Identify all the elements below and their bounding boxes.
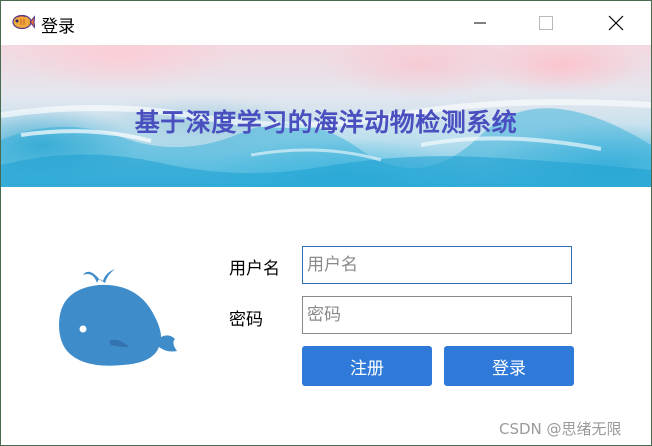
password-input[interactable] (302, 296, 572, 334)
close-button[interactable] (593, 1, 639, 45)
minimize-icon (474, 22, 486, 24)
login-window: 登录 基于深度学习的海洋动物检测系统 用户名 用户名 密码 注册 登录 CSDN… (0, 0, 652, 446)
maximize-icon (539, 16, 553, 30)
banner-image: 基于深度学习的海洋动物检测系统 (1, 45, 651, 187)
app-heading: 基于深度学习的海洋动物检测系统 (134, 108, 518, 137)
password-label: 密码 (229, 310, 263, 330)
whale-icon (59, 269, 177, 366)
close-icon (608, 15, 624, 31)
window-title: 登录 (41, 17, 75, 37)
title-bar: 登录 (1, 1, 651, 45)
watermark-text: CSDN @思绪无限 (499, 420, 622, 438)
maximize-button[interactable] (523, 1, 569, 45)
username-input[interactable] (302, 246, 572, 284)
fish-icon (11, 11, 36, 33)
username-label: 用户名 (229, 259, 280, 279)
minimize-button[interactable] (457, 1, 503, 45)
login-button[interactable]: 登录 (444, 346, 574, 386)
register-button[interactable]: 注册 (302, 346, 432, 386)
